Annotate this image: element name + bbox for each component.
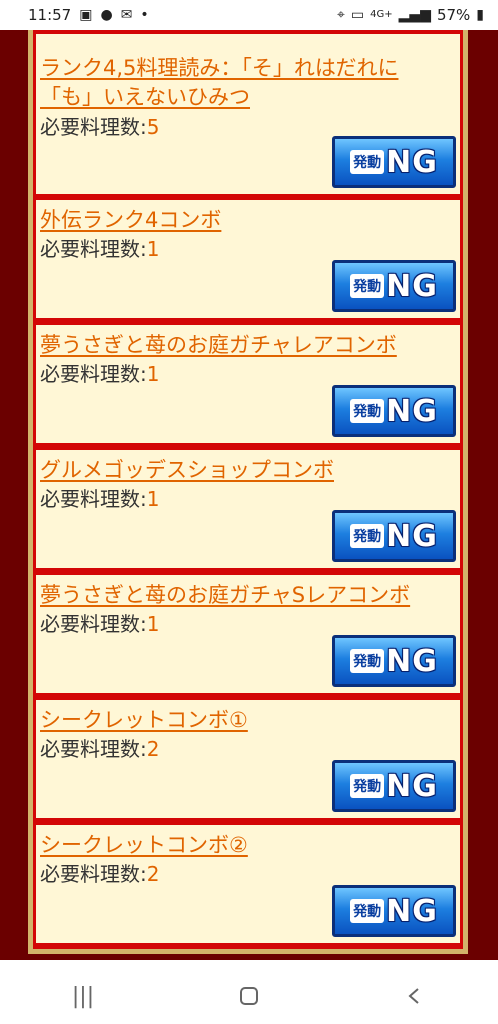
activate-ng-button[interactable]: 発動 NG	[332, 635, 456, 687]
requirement-value: 2	[146, 862, 160, 886]
activate-ng-button[interactable]: 発動 NG	[332, 760, 456, 812]
requirement-label: 必要料理数:	[40, 612, 147, 636]
home-icon[interactable]	[219, 976, 279, 1016]
button-label-ng: NG	[386, 893, 438, 929]
combo-card: シークレットコンボ① 必要料理数:2 発動 NG	[36, 700, 460, 818]
recents-icon[interactable]: |||	[53, 976, 113, 1016]
combo-card: シークレットコンボ② 必要料理数:2 発動 NG	[36, 825, 460, 943]
button-label-ng: NG	[386, 643, 438, 679]
system-nav-bar: |||	[0, 968, 498, 1024]
combo-card: ランク4,5料理読み：「そ」れはだれに「も」いえないひみつ 必要料理数:5 発動…	[36, 34, 460, 194]
requirement-value: 1	[146, 612, 160, 636]
activate-ng-button[interactable]: 発動 NG	[332, 385, 456, 437]
combo-requirement: 必要料理数:1	[40, 236, 159, 262]
combo-title-link[interactable]: 外伝ランク4コンボ	[40, 206, 452, 235]
activate-ng-button[interactable]: 発動 NG	[332, 510, 456, 562]
combo-title-link[interactable]: ランク4,5料理読み：「そ」れはだれに「も」いえないひみつ	[40, 54, 450, 112]
signal-icon: ▂▄▆	[398, 7, 431, 23]
combo-requirement: 必要料理数:1	[40, 361, 159, 387]
button-label-ng: NG	[386, 393, 438, 429]
combo-title-link[interactable]: シークレットコンボ①	[40, 706, 452, 735]
dot-icon: •	[140, 7, 149, 23]
requirement-value: 2	[146, 737, 160, 761]
activate-ng-button[interactable]: 発動 NG	[332, 136, 456, 188]
mail-icon: ✉	[120, 7, 133, 23]
location-icon: ⌖	[337, 7, 345, 23]
requirement-value: 5	[146, 115, 160, 139]
combo-title-link[interactable]: 夢うさぎと苺のお庭ガチャSレアコンボ	[40, 581, 452, 610]
requirement-label: 必要料理数:	[40, 487, 147, 511]
status-time: 11:57	[28, 6, 72, 24]
button-label-jp: 発動	[350, 274, 385, 298]
requirement-value: 1	[146, 487, 160, 511]
combo-card: グルメゴッデスショップコンボ 必要料理数:1 発動 NG	[36, 450, 460, 568]
combo-title-link[interactable]: シークレットコンボ②	[40, 831, 452, 860]
requirement-value: 1	[146, 237, 160, 261]
activate-ng-button[interactable]: 発動 NG	[332, 260, 456, 312]
combo-list: ランク4,5料理読み：「そ」れはだれに「も」いえないひみつ 必要料理数:5 発動…	[33, 30, 463, 949]
button-label-jp: 発動	[350, 774, 385, 798]
combo-title-link[interactable]: 夢うさぎと苺のお庭ガチャレアコンボ	[40, 331, 452, 360]
back-icon[interactable]	[385, 976, 445, 1016]
requirement-label: 必要料理数:	[40, 362, 147, 386]
combo-card: 夢うさぎと苺のお庭ガチャレアコンボ 必要料理数:1 発動 NG	[36, 325, 460, 443]
button-label-ng: NG	[386, 144, 438, 180]
combo-requirement: 必要料理数:2	[40, 736, 159, 762]
status-bar: 11:57 ▣ ● ✉ • ⌖ ▭ 4G+ ▂▄▆ 57% ▮	[0, 0, 498, 30]
button-label-jp: 発動	[350, 150, 385, 174]
requirement-value: 1	[146, 362, 160, 386]
combo-requirement: 必要料理数:1	[40, 486, 159, 512]
button-label-jp: 発動	[350, 399, 385, 423]
combo-requirement: 必要料理数:2	[40, 861, 159, 887]
gallery-icon: ▣	[79, 7, 93, 23]
button-label-jp: 発動	[350, 524, 385, 548]
requirement-label: 必要料理数:	[40, 737, 147, 761]
volte-icon: ▭	[350, 7, 365, 23]
page-footer-strip	[0, 960, 498, 968]
button-label-ng: NG	[386, 518, 438, 554]
activate-ng-button[interactable]: 発動 NG	[332, 885, 456, 937]
content-frame: ランク4,5料理読み：「そ」れはだれに「も」いえないひみつ 必要料理数:5 発動…	[28, 30, 468, 954]
requirement-label: 必要料理数:	[40, 237, 147, 261]
button-label-ng: NG	[386, 268, 438, 304]
combo-requirement: 必要料理数:1	[40, 611, 159, 637]
combo-card: 外伝ランク4コンボ 必要料理数:1 発動 NG	[36, 200, 460, 318]
battery-level: 57%	[436, 6, 471, 24]
combo-card: 夢うさぎと苺のお庭ガチャSレアコンボ 必要料理数:1 発動 NG	[36, 575, 460, 693]
button-label-jp: 発動	[350, 649, 385, 673]
network-type: 4G+	[370, 9, 393, 20]
battery-icon: ▮	[476, 7, 484, 23]
combo-title-link[interactable]: グルメゴッデスショップコンボ	[40, 456, 452, 485]
basketball-icon: ●	[100, 7, 113, 23]
button-label-jp: 発動	[350, 899, 385, 923]
button-label-ng: NG	[386, 768, 438, 804]
requirement-label: 必要料理数:	[40, 115, 147, 139]
combo-requirement: 必要料理数:5	[40, 114, 159, 140]
requirement-label: 必要料理数:	[40, 862, 147, 886]
